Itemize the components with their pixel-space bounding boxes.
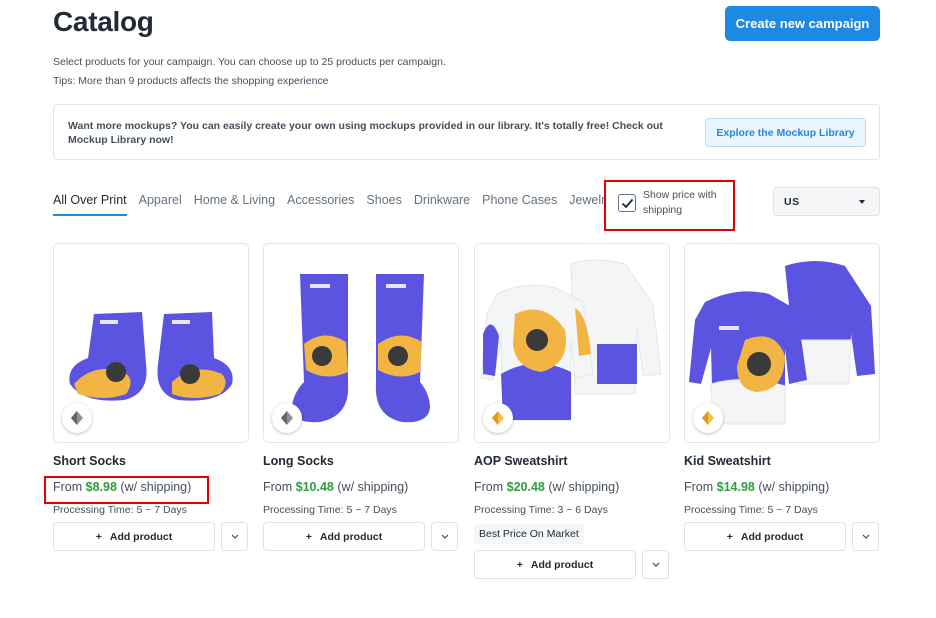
product-name: Long Socks [263,454,334,468]
tab-shoes[interactable]: Shoes [366,186,401,216]
product-name: Short Socks [53,454,126,468]
plus-icon: + [305,530,312,543]
more-options-button[interactable] [642,550,669,579]
page-title: Catalog [53,6,154,37]
product-price: From $20.48 (w/ shipping) [474,480,620,494]
price-amount: $10.48 [295,480,334,494]
more-options-button[interactable] [431,522,458,551]
chevron-down-icon [441,534,448,539]
diamond-icon [281,411,293,425]
product-card: Short Socks From $8.98 (w/ shipping) Pro… [53,243,249,551]
product-image-long-socks[interactable] [263,243,459,443]
processing-time: Processing Time: 5 ~ 7 Days [684,504,818,516]
more-options-button[interactable] [852,522,879,551]
product-card: AOP Sweatshirt From $20.48 (w/ shipping)… [474,243,670,579]
best-price-badge: Best Price On Market [474,524,584,544]
create-campaign-button[interactable]: Create new campaign [725,6,880,41]
plus-icon: + [516,558,523,571]
price-highlight [44,476,209,504]
product-actions: + Add product [684,522,880,551]
catalog-tips: Tips: More than 9 products affects the s… [53,75,329,87]
product-price: From $14.98 (w/ shipping) [684,480,830,494]
country-select[interactable]: US [773,187,880,216]
catalog-subtitle: Select products for your campaign. You c… [53,56,446,68]
product-type-badge [62,403,92,433]
mockup-banner: Want more mockups? You can easily create… [53,104,880,160]
chevron-down-icon [862,534,869,539]
category-tabs: All Over Print Apparel Home & Living Acc… [53,186,606,216]
tab-jewelry[interactable]: Jewelry [569,186,606,216]
add-product-button[interactable]: + Add product [474,550,636,579]
plus-icon: + [726,530,733,543]
show-price-highlight: Show price with shipping [604,180,735,231]
diamond-icon [71,411,83,425]
add-product-button[interactable]: + Add product [53,522,215,551]
processing-time: Processing Time: 5 ~ 7 Days [53,504,187,516]
chevron-down-icon [231,534,238,539]
tab-phone-cases[interactable]: Phone Cases [482,186,557,216]
product-image-short-socks[interactable] [53,243,249,443]
category-tabs-clip: All Over Print Apparel Home & Living Acc… [0,186,606,218]
more-options-button[interactable] [221,522,248,551]
product-type-badge [483,403,513,433]
tab-all-over-print[interactable]: All Over Print [53,186,127,216]
price-amount: $14.98 [716,480,755,494]
product-actions: + Add product [474,550,670,579]
processing-time: Processing Time: 3 ~ 6 Days [474,504,608,516]
product-card: Kid Sweatshirt From $14.98 (w/ shipping)… [684,243,880,551]
product-actions: + Add product [53,522,249,551]
tab-apparel[interactable]: Apparel [139,186,182,216]
product-actions: + Add product [263,522,459,551]
product-image-kid-sweatshirt[interactable] [684,243,880,443]
plus-icon: + [95,530,102,543]
product-card: Long Socks From $10.48 (w/ shipping) Pro… [263,243,459,551]
tab-home-living[interactable]: Home & Living [194,186,275,216]
country-value: US [784,196,800,208]
processing-time: Processing Time: 5 ~ 7 Days [263,504,397,516]
add-product-button[interactable]: + Add product [684,522,846,551]
chevron-down-icon [859,200,865,204]
add-product-button[interactable]: + Add product [263,522,425,551]
product-name: AOP Sweatshirt [474,454,568,468]
product-name: Kid Sweatshirt [684,454,771,468]
product-type-badge [272,403,302,433]
chevron-down-icon [652,562,659,567]
tab-accessories[interactable]: Accessories [287,186,354,216]
tab-drinkware[interactable]: Drinkware [414,186,470,216]
product-price: From $10.48 (w/ shipping) [263,480,409,494]
show-price-label[interactable]: Show price with shipping [643,188,733,218]
explore-mockup-library-button[interactable]: Explore the Mockup Library [705,118,866,147]
checkmark-icon [621,198,633,208]
product-type-badge [693,403,723,433]
price-amount: $20.48 [506,480,545,494]
diamond-icon [702,411,714,425]
show-price-checkbox[interactable] [618,194,636,212]
diamond-icon [492,411,504,425]
product-image-aop-sweatshirt[interactable] [474,243,670,443]
mockup-banner-text: Want more mockups? You can easily create… [68,120,663,146]
